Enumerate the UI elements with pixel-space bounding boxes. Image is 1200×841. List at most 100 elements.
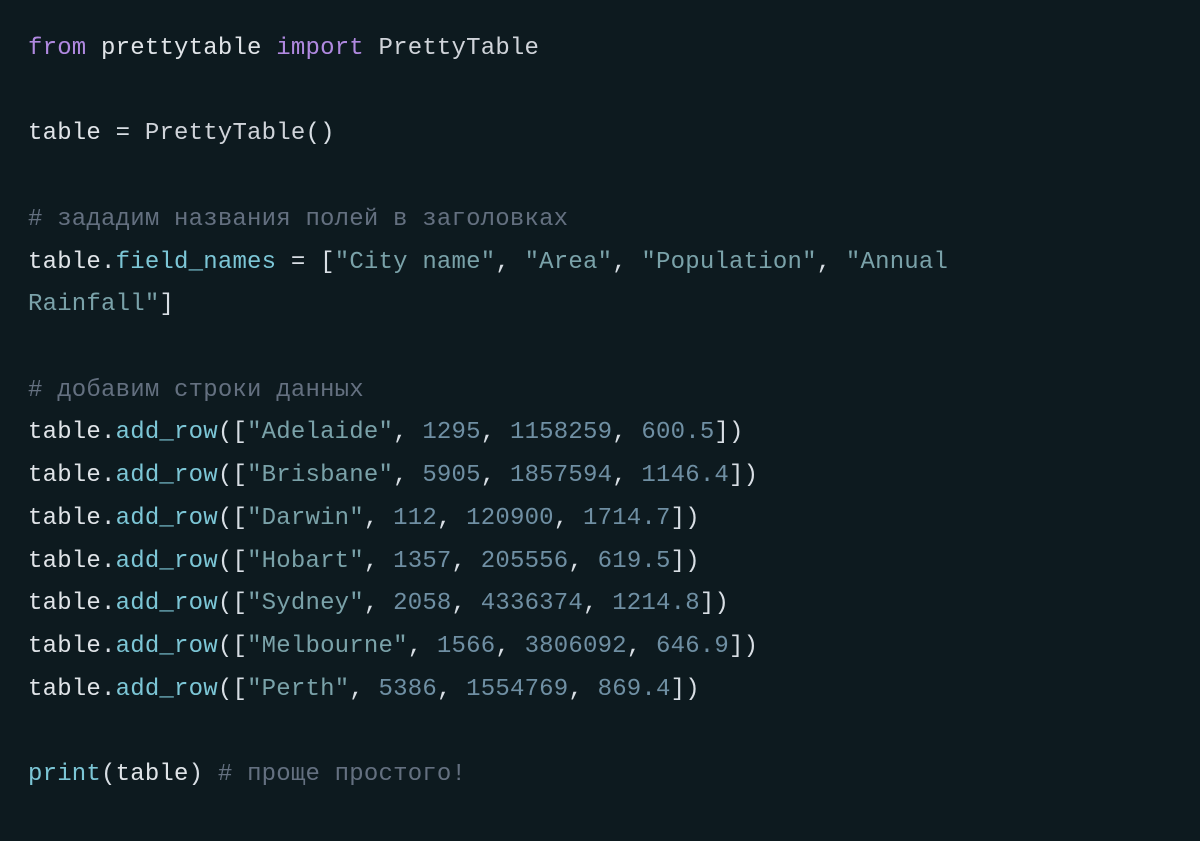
bracket-open: [ [232, 548, 247, 575]
call-print: print [28, 761, 101, 788]
number-literal: 5905 [422, 462, 480, 489]
operator-assign: = [116, 120, 131, 147]
comma: , [495, 249, 510, 276]
comma: , [452, 548, 467, 575]
comma: , [437, 676, 452, 703]
number-literal: 1146.4 [641, 462, 729, 489]
comment-line: # зададим названия полей в заголовках [28, 206, 568, 233]
paren-open: ( [305, 120, 320, 147]
comma: , [408, 633, 423, 660]
code-block: from prettytable import PrettyTable tabl… [0, 0, 1200, 797]
paren-close: ) [189, 761, 204, 788]
method-add-row: add_row [116, 590, 218, 617]
bracket-close: ] [671, 505, 686, 532]
string-literal: "Darwin" [247, 505, 364, 532]
number-literal: 5386 [379, 676, 437, 703]
paren-open: ( [218, 548, 233, 575]
bracket-close: ] [671, 676, 686, 703]
bracket-open: [ [320, 249, 335, 276]
string-literal: "Sydney" [247, 590, 364, 617]
paren-close: ) [714, 590, 729, 617]
comma: , [568, 676, 583, 703]
comma: , [393, 462, 408, 489]
bracket-open: [ [232, 462, 247, 489]
number-literal: 1857594 [510, 462, 612, 489]
paren-open: ( [218, 676, 233, 703]
string-literal: "Annual [846, 249, 963, 276]
paren-open: ( [218, 462, 233, 489]
paren-close: ) [729, 419, 744, 446]
comma: , [612, 249, 627, 276]
number-literal: 2058 [393, 590, 451, 617]
number-literal: 1554769 [466, 676, 568, 703]
bracket-close: ] [729, 633, 744, 660]
comma: , [364, 548, 379, 575]
bracket-open: [ [232, 633, 247, 660]
paren-close: ) [685, 505, 700, 532]
bracket-open: [ [232, 590, 247, 617]
number-literal: 4336374 [481, 590, 583, 617]
comma: , [481, 462, 496, 489]
method-add-row: add_row [116, 419, 218, 446]
comma: , [817, 249, 832, 276]
paren-close: ) [685, 676, 700, 703]
comma: , [349, 676, 364, 703]
comma: , [437, 505, 452, 532]
attr-field-names: field_names [116, 249, 277, 276]
method-add-row: add_row [116, 505, 218, 532]
number-literal: 1714.7 [583, 505, 671, 532]
var-table: table [28, 548, 101, 575]
string-literal: "Perth" [247, 676, 349, 703]
bracket-close: ] [729, 462, 744, 489]
bracket-close: ] [159, 291, 174, 318]
paren-open: ( [218, 633, 233, 660]
number-literal: 619.5 [598, 548, 671, 575]
var-table: table [28, 120, 101, 147]
var-table: table [28, 633, 101, 660]
comma: , [364, 505, 379, 532]
paren-close: ) [685, 548, 700, 575]
number-literal: 1214.8 [612, 590, 700, 617]
var-table: table [28, 462, 101, 489]
paren-open: ( [218, 505, 233, 532]
string-literal: "Hobart" [247, 548, 364, 575]
comma: , [364, 590, 379, 617]
comma: , [627, 633, 642, 660]
string-literal: "Area" [525, 249, 613, 276]
comma: , [481, 419, 496, 446]
class-name: PrettyTable [379, 35, 540, 62]
comma: , [495, 633, 510, 660]
paren-open: ( [101, 761, 116, 788]
var-table: table [28, 676, 101, 703]
bracket-open: [ [232, 505, 247, 532]
var-table: table [28, 419, 101, 446]
method-add-row: add_row [116, 548, 218, 575]
comma: , [583, 590, 598, 617]
number-literal: 1566 [437, 633, 495, 660]
paren-close: ) [744, 462, 759, 489]
number-literal: 1295 [422, 419, 480, 446]
method-add-row: add_row [116, 462, 218, 489]
keyword-from: from [28, 35, 86, 62]
number-literal: 112 [393, 505, 437, 532]
number-literal: 3806092 [525, 633, 627, 660]
number-literal: 120900 [466, 505, 554, 532]
var-table: table [116, 761, 189, 788]
string-literal: "Population" [641, 249, 816, 276]
paren-close: ) [744, 633, 759, 660]
bracket-close: ] [700, 590, 715, 617]
method-add-row: add_row [116, 633, 218, 660]
call-prettytable: PrettyTable [145, 120, 306, 147]
bracket-close: ] [671, 548, 686, 575]
number-literal: 600.5 [641, 419, 714, 446]
paren-close: ) [320, 120, 335, 147]
comment-line: # добавим строки данных [28, 377, 364, 404]
bracket-open: [ [232, 676, 247, 703]
comma: , [554, 505, 569, 532]
module-name: prettytable [101, 35, 262, 62]
bracket-close: ] [714, 419, 729, 446]
paren-open: ( [218, 419, 233, 446]
string-literal: "Brisbane" [247, 462, 393, 489]
comma: , [568, 548, 583, 575]
method-add-row: add_row [116, 676, 218, 703]
